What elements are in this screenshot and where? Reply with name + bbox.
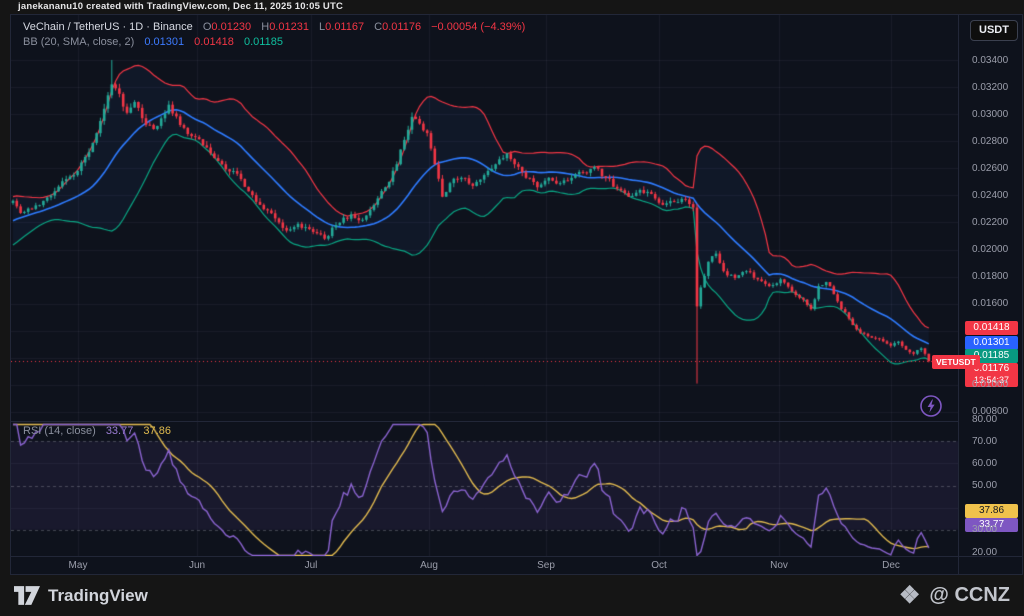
price-axis-label: 0.03000 <box>972 109 1008 120</box>
price-axis-label: 0.02800 <box>972 136 1008 147</box>
price-axis-label: 0.02600 <box>972 163 1008 174</box>
change-value: −0.00054 (−4.39%) <box>431 21 525 33</box>
rsi-axis-label: 70.00 <box>972 436 997 447</box>
rsi-axis-label: 30.00 <box>972 524 997 535</box>
time-axis-label: Aug <box>409 560 449 571</box>
currency-toggle-badge[interactable]: USDT <box>970 20 1018 41</box>
chart-frame: May Jun Jul Aug Sep Oct Nov Dec VETUSDT 0.01418… <box>10 14 1023 575</box>
time-axis-label: Sep <box>526 560 566 571</box>
ccnz-brand-text: @ CCNZ <box>929 584 1010 607</box>
time-axis[interactable]: May Jun Jul Aug Sep Oct Nov Dec <box>11 556 1022 575</box>
bb-basis-value: 0.01301 <box>144 36 184 48</box>
time-axis-label: Jul <box>291 560 331 571</box>
price-axis-label: 0.01800 <box>972 271 1008 282</box>
rsi-ma-value: 37.86 <box>143 425 171 437</box>
rsi-value: 33.77 <box>106 425 134 437</box>
time-axis-label: Nov <box>759 560 799 571</box>
rsi-axis-label: 80.00 <box>972 414 997 425</box>
price-pane-canvas[interactable] <box>11 15 958 421</box>
open-value: 0.01230 <box>211 21 251 33</box>
time-axis-label: May <box>58 560 98 571</box>
pane-divider[interactable] <box>11 421 958 422</box>
time-axis-label: Jun <box>177 560 217 571</box>
rsi-title[interactable]: RSI (14, close) <box>23 425 96 437</box>
symbol-title[interactable]: VeChain / TetherUS · 1D · Binance <box>23 21 193 33</box>
price-axis-label: 0.01600 <box>972 298 1008 309</box>
high-label: H <box>261 21 269 33</box>
time-axis-label: Oct <box>639 560 679 571</box>
tradingview-brand[interactable]: TradingView <box>14 586 148 606</box>
price-axis-label: 0.03400 <box>972 55 1008 66</box>
diamond-logo-icon: ❖ <box>899 584 921 608</box>
symbol-price-tag: VETUSDT <box>932 355 980 369</box>
tradingview-screenshot: janekananu10 created with TradingView.co… <box>0 0 1024 616</box>
price-axis-label: 0.03200 <box>972 82 1008 93</box>
footer-bar: TradingView ❖ @ CCNZ <box>0 575 1024 616</box>
bb-title[interactable]: BB (20, SMA, close, 2) <box>23 36 134 48</box>
price-axis-label: 0.02000 <box>972 244 1008 255</box>
chart-plot-area[interactable]: MayJunJulAugSepOctNovDec VETUSDT <box>11 15 958 574</box>
bb-basis-badge: 0.01301 <box>965 336 1018 350</box>
close-label: C <box>374 21 382 33</box>
time-axis-label: Dec <box>871 560 911 571</box>
watermark-text: janekananu10 created with TradingView.co… <box>18 1 343 12</box>
ccnz-brand: ❖ @ CCNZ <box>899 584 1010 608</box>
symbol-row: VeChain / TetherUS · 1D · Binance O0.012… <box>23 21 525 33</box>
rsi-axis-label: 20.00 <box>972 547 997 558</box>
bb-upper-value: 0.01418 <box>194 36 234 48</box>
main-legend[interactable]: VeChain / TetherUS · 1D · Binance O0.012… <box>23 21 525 51</box>
bb-lower-value: 0.01185 <box>244 36 283 48</box>
tradingview-logo-icon <box>14 586 40 605</box>
high-value: 0.01231 <box>269 21 309 33</box>
price-axis-label: 0.01000 <box>972 379 1008 390</box>
rsi-axis-label: 50.00 <box>972 480 997 491</box>
close-value: 0.01176 <box>382 21 421 33</box>
price-axis-label: 0.02400 <box>972 190 1008 201</box>
rsi-axis-label: 60.00 <box>972 458 997 469</box>
tradingview-brand-text: TradingView <box>48 586 148 606</box>
rsi-ma-badge: 37.86 <box>965 504 1018 518</box>
instant-trading-icon[interactable] <box>919 394 943 418</box>
rsi-pane-canvas[interactable] <box>11 421 958 556</box>
bb-upper-badge: 0.01418 <box>965 321 1018 335</box>
bb-row: BB (20, SMA, close, 2) 0.01301 0.01418 0… <box>23 36 525 48</box>
rsi-legend[interactable]: RSI (14, close) 33.77 37.86 <box>23 425 171 437</box>
price-axis[interactable]: 0.01418 0.01301 0.01185 0.01176 13:54:37… <box>958 15 1022 574</box>
price-axis-label: 0.02200 <box>972 217 1008 228</box>
low-value: 0.01167 <box>325 21 364 33</box>
